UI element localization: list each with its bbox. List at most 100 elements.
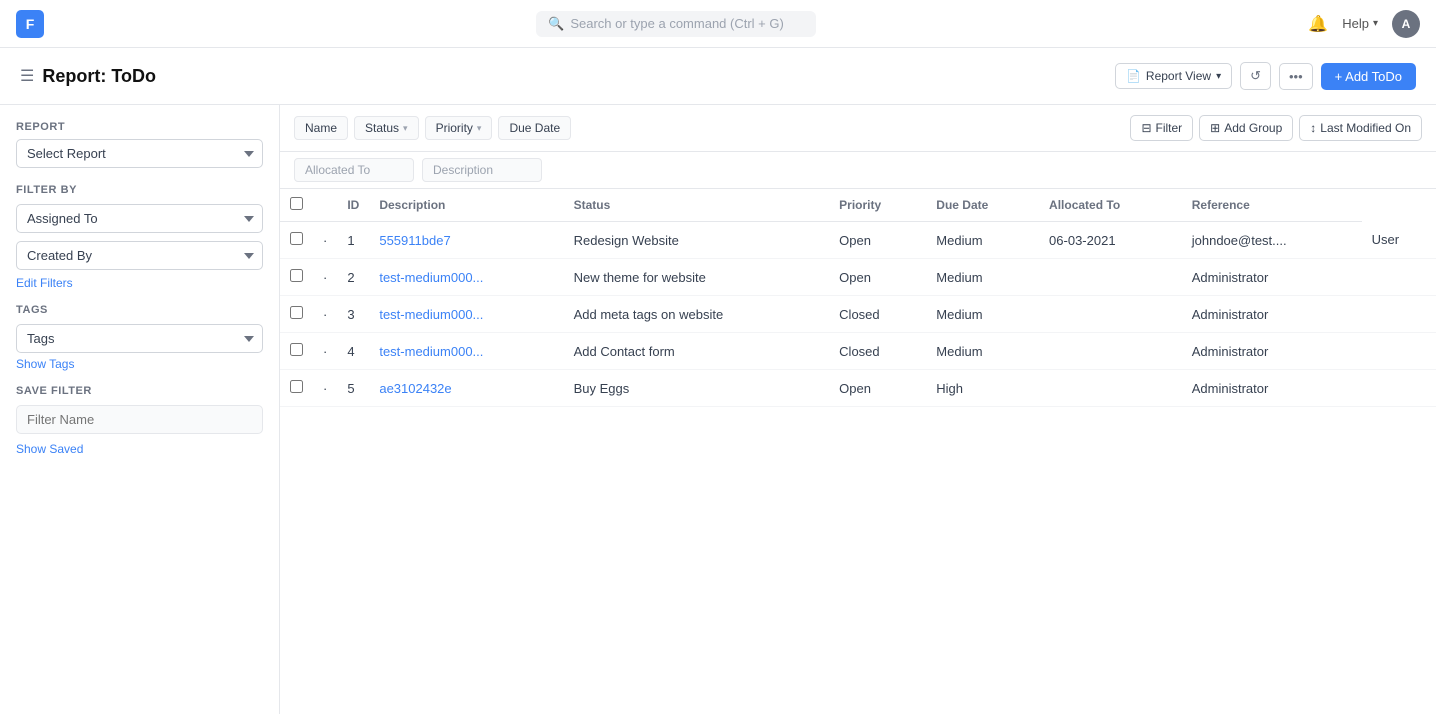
row-status: Open: [829, 222, 926, 259]
description-filter-pill[interactable]: Description: [422, 158, 542, 182]
chevron-down-icon: ▾: [477, 123, 482, 134]
row-dot[interactable]: ·: [313, 333, 337, 370]
notifications-icon[interactable]: 🔔: [1308, 14, 1328, 34]
more-options-button[interactable]: •••: [1279, 63, 1313, 90]
sidebar-toggle-icon[interactable]: ☰: [20, 66, 34, 86]
table-toolbar-secondary: Allocated To Description: [280, 152, 1436, 189]
table-row: · 4 test-medium000... Add Contact form C…: [280, 333, 1436, 370]
select-all-checkbox[interactable]: [290, 197, 303, 210]
page-header: ☰ Report: ToDo 📄 Report View ▾ ↺ ••• + A…: [0, 48, 1436, 105]
row-dot[interactable]: ·: [313, 370, 337, 407]
table-row: · 5 ae3102432e Buy Eggs Open High Admini…: [280, 370, 1436, 407]
save-filter-label: Save Filter: [16, 385, 263, 397]
refresh-button[interactable]: ↺: [1240, 62, 1271, 90]
row-description: Add meta tags on website: [564, 296, 830, 333]
select-report-dropdown[interactable]: Select Report: [16, 139, 263, 168]
filter-name-input[interactable]: [16, 405, 263, 434]
row-dot[interactable]: ·: [313, 259, 337, 296]
sort-button[interactable]: ↕ Last Modified On: [1299, 115, 1422, 141]
col-header-id: ID: [337, 189, 369, 222]
row-number: 4: [337, 333, 369, 370]
table-row: · 1 555911bde7 Redesign Website Open Med…: [280, 222, 1436, 259]
header-actions: 📄 Report View ▾ ↺ ••• + Add ToDo: [1115, 62, 1416, 90]
tags-label: Tags: [16, 304, 263, 316]
search-placeholder: Search or type a command (Ctrl + G): [570, 16, 784, 31]
col-header-allocated-to: Allocated To: [1039, 189, 1182, 222]
tags-dropdown[interactable]: Tags: [16, 324, 263, 353]
main-content: Report Select Report Filter By Assigned …: [0, 105, 1436, 714]
col-header-description: Description: [369, 189, 563, 222]
table-area: Name Status ▾ Priority ▾ Due Date: [280, 105, 1436, 714]
row-checkbox[interactable]: [290, 269, 303, 282]
filter-by-label: Filter By: [16, 184, 263, 196]
name-filter-pill[interactable]: Name: [294, 116, 348, 140]
row-checkbox-cell: [280, 296, 313, 333]
row-due-date: 06-03-2021: [1039, 222, 1182, 259]
topnav-left: F: [16, 10, 44, 38]
row-checkbox-cell: [280, 370, 313, 407]
row-allocated-to: Administrator: [1182, 370, 1362, 407]
sort-icon: ↕: [1310, 121, 1316, 135]
row-id[interactable]: 555911bde7: [369, 222, 563, 259]
app-logo[interactable]: F: [16, 10, 44, 38]
row-number: 1: [337, 222, 369, 259]
toolbar-actions: ⊟ Filter ⊞ Add Group ↕ Last Modified On: [1130, 115, 1422, 141]
filter-pills-group: Name Status ▾ Priority ▾ Due Date: [294, 116, 1122, 140]
row-description: Buy Eggs: [564, 370, 830, 407]
filter-label: Filter: [1156, 121, 1183, 135]
row-priority: Medium: [926, 333, 1039, 370]
table-row: · 3 test-medium000... Add meta tags on w…: [280, 296, 1436, 333]
data-table: ID Description Status Priority Due Date …: [280, 189, 1436, 407]
row-id[interactable]: test-medium000...: [369, 296, 563, 333]
row-priority: Medium: [926, 296, 1039, 333]
row-status: Closed: [829, 296, 926, 333]
row-priority: Medium: [926, 259, 1039, 296]
report-view-label: Report View: [1146, 69, 1211, 83]
row-reference: [1362, 333, 1436, 370]
row-dot[interactable]: ·: [313, 296, 337, 333]
report-view-button[interactable]: 📄 Report View ▾: [1115, 63, 1232, 89]
row-reference: [1362, 259, 1436, 296]
filter-button[interactable]: ⊟ Filter: [1130, 115, 1193, 141]
col-header-due-date: Due Date: [926, 189, 1039, 222]
search-bar[interactable]: 🔍 Search or type a command (Ctrl + G): [536, 11, 816, 37]
table-toolbar: Name Status ▾ Priority ▾ Due Date: [280, 105, 1436, 152]
row-number: 2: [337, 259, 369, 296]
row-id[interactable]: ae3102432e: [369, 370, 563, 407]
priority-filter-pill[interactable]: Priority ▾: [425, 116, 493, 140]
row-checkbox[interactable]: [290, 380, 303, 393]
row-checkbox[interactable]: [290, 343, 303, 356]
show-tags-link[interactable]: Show Tags: [16, 357, 74, 371]
sidebar: Report Select Report Filter By Assigned …: [0, 105, 280, 714]
chevron-down-icon: ▾: [403, 123, 408, 134]
status-filter-pill[interactable]: Status ▾: [354, 116, 419, 140]
show-saved-link[interactable]: Show Saved: [16, 442, 83, 456]
row-due-date: [1039, 259, 1182, 296]
add-todo-button[interactable]: + Add ToDo: [1321, 63, 1416, 90]
row-checkbox[interactable]: [290, 306, 303, 319]
help-button[interactable]: Help ▾: [1342, 16, 1378, 31]
name-filter-label: Name: [305, 121, 337, 135]
row-dot[interactable]: ·: [313, 222, 337, 259]
table-row: · 2 test-medium000... New theme for webs…: [280, 259, 1436, 296]
edit-filters-link[interactable]: Edit Filters: [16, 276, 73, 290]
col-header-dot: [313, 189, 337, 222]
row-reference: User: [1362, 222, 1436, 259]
row-id[interactable]: test-medium000...: [369, 333, 563, 370]
row-number: 3: [337, 296, 369, 333]
row-status: Closed: [829, 333, 926, 370]
allocated-to-label: Allocated To: [305, 163, 370, 177]
assigned-to-dropdown[interactable]: Assigned To: [16, 204, 263, 233]
report-section-label: Report: [16, 121, 263, 133]
add-group-icon: ⊞: [1210, 121, 1220, 135]
add-group-button[interactable]: ⊞ Add Group: [1199, 115, 1293, 141]
due-date-filter-pill[interactable]: Due Date: [498, 116, 571, 140]
col-header-priority: Priority: [829, 189, 926, 222]
row-status: Open: [829, 370, 926, 407]
row-checkbox[interactable]: [290, 232, 303, 245]
page-title-area: ☰ Report: ToDo: [20, 66, 156, 87]
created-by-dropdown[interactable]: Created By: [16, 241, 263, 270]
row-id[interactable]: test-medium000...: [369, 259, 563, 296]
allocated-to-filter-pill[interactable]: Allocated To: [294, 158, 414, 182]
avatar[interactable]: A: [1392, 10, 1420, 38]
